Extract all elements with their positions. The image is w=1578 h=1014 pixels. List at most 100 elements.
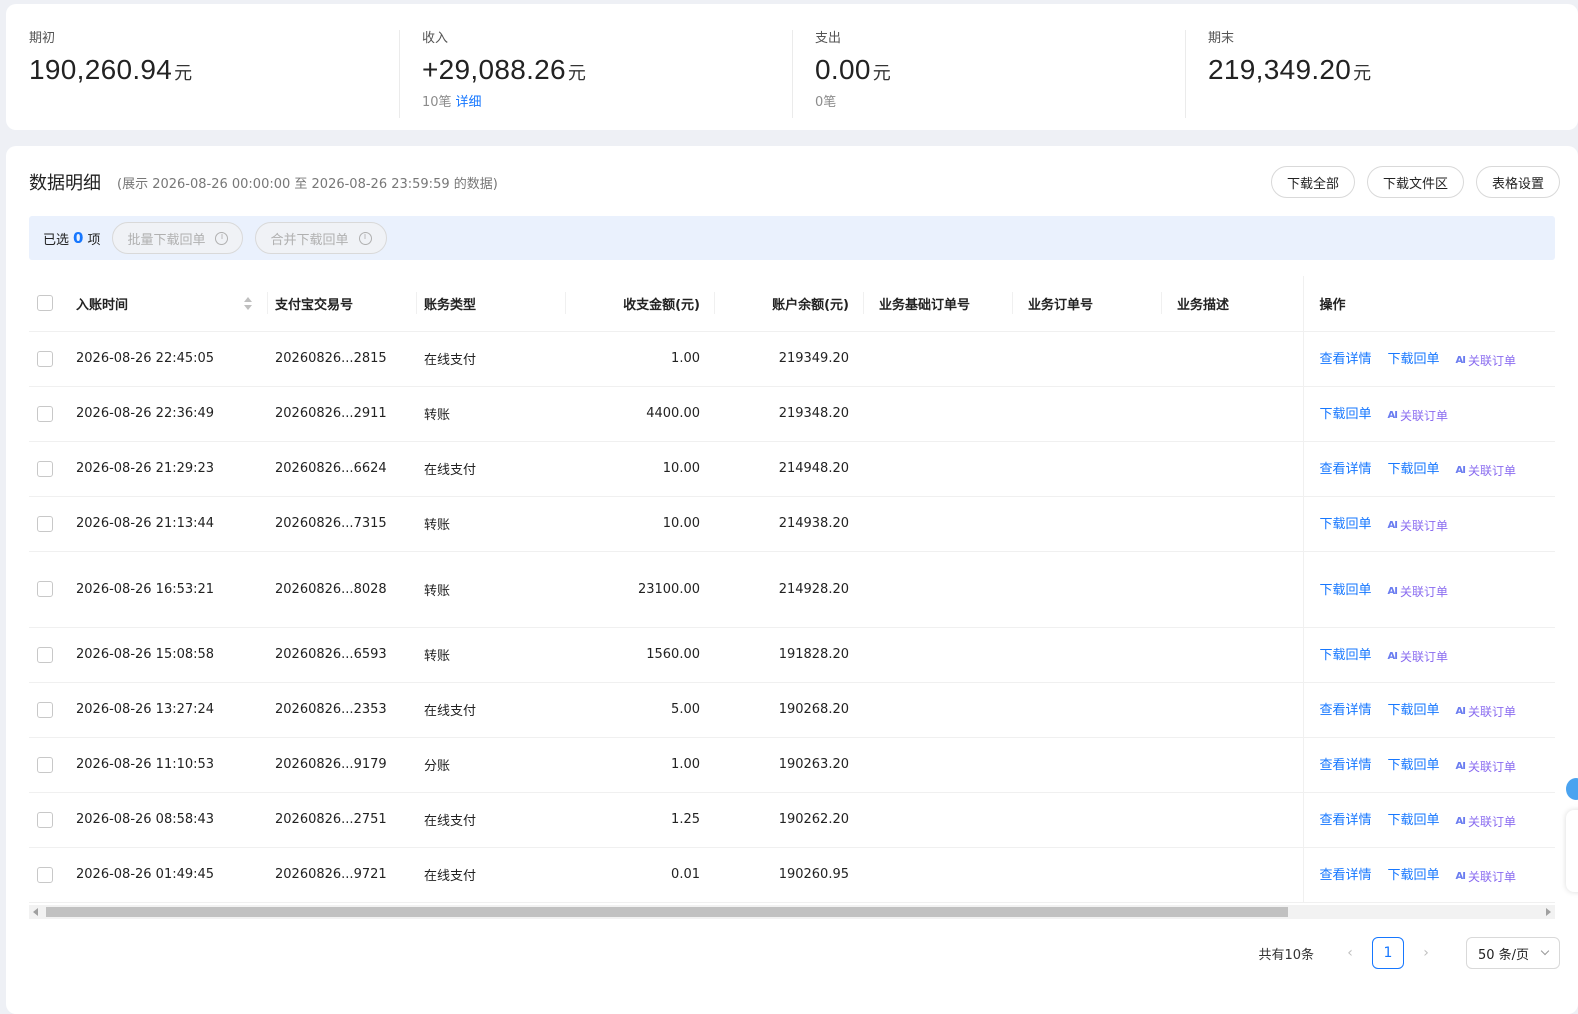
stat-value: 0.00 bbox=[815, 54, 871, 85]
link-order-link[interactable]: AI 关联订单 bbox=[1388, 583, 1448, 600]
row-checkbox[interactable] bbox=[37, 515, 53, 532]
stat-unit: 元 bbox=[567, 63, 586, 84]
download-all-button[interactable]: 下载全部 bbox=[1270, 166, 1355, 198]
cell-ops: 查看详情 下载回单 AI 关联订单 bbox=[1302, 737, 1555, 793]
scroll-right-icon[interactable] bbox=[1546, 908, 1551, 916]
view-detail-link[interactable]: 查看详情 bbox=[1320, 703, 1372, 718]
col-base-order: 业务基础订单号 bbox=[864, 276, 1013, 332]
sort-icon[interactable] bbox=[244, 297, 252, 311]
col-time[interactable]: 入账时间 bbox=[69, 276, 268, 332]
income-detail-link[interactable]: 详细 bbox=[456, 95, 482, 110]
download-receipt-link[interactable]: 下载回单 bbox=[1388, 352, 1440, 367]
stat-closing: 期末 219,349.20 元 bbox=[1185, 30, 1578, 118]
link-order-link[interactable]: AI 关联订单 bbox=[1388, 648, 1448, 665]
col-base-order-label: 业务基础订单号 bbox=[879, 297, 971, 313]
merge-download-button[interactable]: 合并下载回单 bbox=[255, 222, 387, 254]
cell-balance: 214938.20 bbox=[715, 496, 864, 552]
cell-base-order bbox=[864, 496, 1013, 552]
download-receipt-link[interactable]: 下载回单 bbox=[1320, 583, 1372, 598]
detail-title: 数据明细 bbox=[29, 173, 101, 194]
page-size-select[interactable]: 50 条/页 bbox=[1466, 937, 1560, 969]
cell-desc bbox=[1162, 737, 1303, 793]
link-order-link[interactable]: AI 关联订单 bbox=[1388, 517, 1448, 534]
stat-opening: 期初 190,260.94 元 bbox=[6, 30, 399, 118]
info-icon[interactable] bbox=[215, 231, 229, 245]
cell-time: 2026-08-26 13:27:24 bbox=[69, 682, 268, 738]
row-checkbox[interactable] bbox=[37, 646, 53, 663]
cell-order bbox=[1013, 551, 1162, 628]
view-detail-link[interactable]: 查看详情 bbox=[1320, 462, 1372, 477]
link-order-link[interactable]: AI 关联订单 bbox=[1456, 868, 1516, 885]
select-all-checkbox[interactable] bbox=[37, 295, 53, 312]
ai-sparkle-icon: AI bbox=[1455, 816, 1467, 827]
link-order-link[interactable]: AI 关联订单 bbox=[1456, 758, 1516, 775]
table-settings-button[interactable]: 表格设置 bbox=[1475, 166, 1560, 198]
cell-trade-no: 20260826...8028 bbox=[268, 551, 417, 628]
row-checkbox[interactable] bbox=[37, 350, 53, 367]
ai-sparkle-icon: AI bbox=[1387, 585, 1399, 597]
selection-count: 0 bbox=[73, 229, 84, 247]
link-order-link[interactable]: AI 关联订单 bbox=[1456, 352, 1516, 369]
next-page-icon[interactable]: › bbox=[1410, 945, 1442, 961]
download-receipt-link[interactable]: 下载回单 bbox=[1388, 703, 1440, 718]
view-detail-link[interactable]: 查看详情 bbox=[1320, 813, 1372, 828]
floating-assistant[interactable] bbox=[1566, 770, 1578, 892]
cell-trade-no: 20260826...6593 bbox=[268, 627, 417, 683]
link-order-link[interactable]: AI 关联订单 bbox=[1456, 703, 1516, 720]
horizontal-scrollbar[interactable] bbox=[29, 905, 1555, 919]
batch-download-button[interactable]: 批量下载回单 bbox=[112, 222, 244, 254]
download-receipt-link[interactable]: 下载回单 bbox=[1320, 648, 1372, 663]
detail-card: 数据明细 (展示 2026-08-26 00:00:00 至 2026-08-2… bbox=[6, 146, 1578, 1014]
cell-base-order bbox=[864, 737, 1013, 793]
page-size-label: 50 条/页 bbox=[1478, 947, 1530, 963]
row-checkbox[interactable] bbox=[37, 866, 53, 883]
link-order-label: 关联订单 bbox=[1468, 815, 1517, 829]
row-checkbox[interactable] bbox=[37, 811, 53, 828]
stat-label: 收入 bbox=[422, 31, 449, 46]
cell-base-order bbox=[864, 682, 1013, 738]
download-receipt-link[interactable]: 下载回单 bbox=[1388, 868, 1440, 883]
col-order-label: 业务订单号 bbox=[1028, 297, 1094, 313]
prev-page-icon[interactable]: ‹ bbox=[1334, 945, 1366, 961]
table-row: 2026-08-26 15:08:58 20260826...6593 转账 1560… bbox=[29, 627, 1555, 683]
download-receipt-link[interactable]: 下载回单 bbox=[1388, 813, 1440, 828]
cell-trade-no: 20260826...2815 bbox=[268, 331, 417, 387]
cell-trade-no: 20260826...2353 bbox=[268, 682, 417, 738]
cell-base-order bbox=[864, 386, 1013, 442]
link-order-link[interactable]: AI 关联订单 bbox=[1388, 407, 1448, 424]
table-row: 2026-08-26 16:53:21 20260826...8028 转账 2310… bbox=[29, 551, 1555, 628]
download-receipt-link[interactable]: 下载回单 bbox=[1388, 462, 1440, 477]
link-order-link[interactable]: AI 关联订单 bbox=[1456, 813, 1516, 830]
page-1-button[interactable]: 1 bbox=[1372, 937, 1404, 969]
col-amount-label: 收支金额(元) bbox=[623, 297, 700, 313]
download-files-button[interactable]: 下载文件区 bbox=[1366, 166, 1464, 198]
row-checkbox[interactable] bbox=[37, 701, 53, 718]
cell-time: 2026-08-26 01:49:45 bbox=[69, 847, 268, 903]
download-receipt-link[interactable]: 下载回单 bbox=[1320, 407, 1372, 422]
table-row: 2026-08-26 08:58:43 20260826...2751 在线支付 1.… bbox=[29, 792, 1555, 848]
info-icon[interactable] bbox=[358, 231, 372, 245]
row-checkbox[interactable] bbox=[37, 581, 53, 597]
assistant-panel[interactable] bbox=[1566, 810, 1578, 892]
row-checkbox[interactable] bbox=[37, 405, 53, 422]
cell-base-order bbox=[864, 627, 1013, 683]
link-order-link[interactable]: AI 关联订单 bbox=[1456, 462, 1516, 479]
summary-card: 期初 190,260.94 元 收入 +29,088.26 元 10笔 详细 支出… bbox=[6, 4, 1578, 130]
assistant-icon[interactable] bbox=[1566, 778, 1578, 800]
cell-amount: 1560.00 bbox=[566, 627, 715, 683]
view-detail-link[interactable]: 查看详情 bbox=[1320, 758, 1372, 773]
scroll-thumb[interactable] bbox=[46, 907, 1288, 917]
cell-time: 2026-08-26 21:29:23 bbox=[69, 441, 268, 497]
row-checkbox[interactable] bbox=[37, 460, 53, 477]
row-checkbox[interactable] bbox=[37, 756, 53, 773]
download-receipt-link[interactable]: 下载回单 bbox=[1320, 517, 1372, 532]
cell-desc bbox=[1162, 627, 1303, 683]
download-receipt-link[interactable]: 下载回单 bbox=[1388, 758, 1440, 773]
link-order-label: 关联订单 bbox=[1468, 354, 1517, 368]
col-time-label: 入账时间 bbox=[76, 297, 129, 313]
view-detail-link[interactable]: 查看详情 bbox=[1320, 352, 1372, 367]
cell-ops: 下载回单 AI 关联订单 bbox=[1302, 551, 1555, 628]
scroll-left-icon[interactable] bbox=[33, 908, 38, 916]
cell-trade-no: 20260826...6624 bbox=[268, 441, 417, 497]
view-detail-link[interactable]: 查看详情 bbox=[1320, 868, 1372, 883]
